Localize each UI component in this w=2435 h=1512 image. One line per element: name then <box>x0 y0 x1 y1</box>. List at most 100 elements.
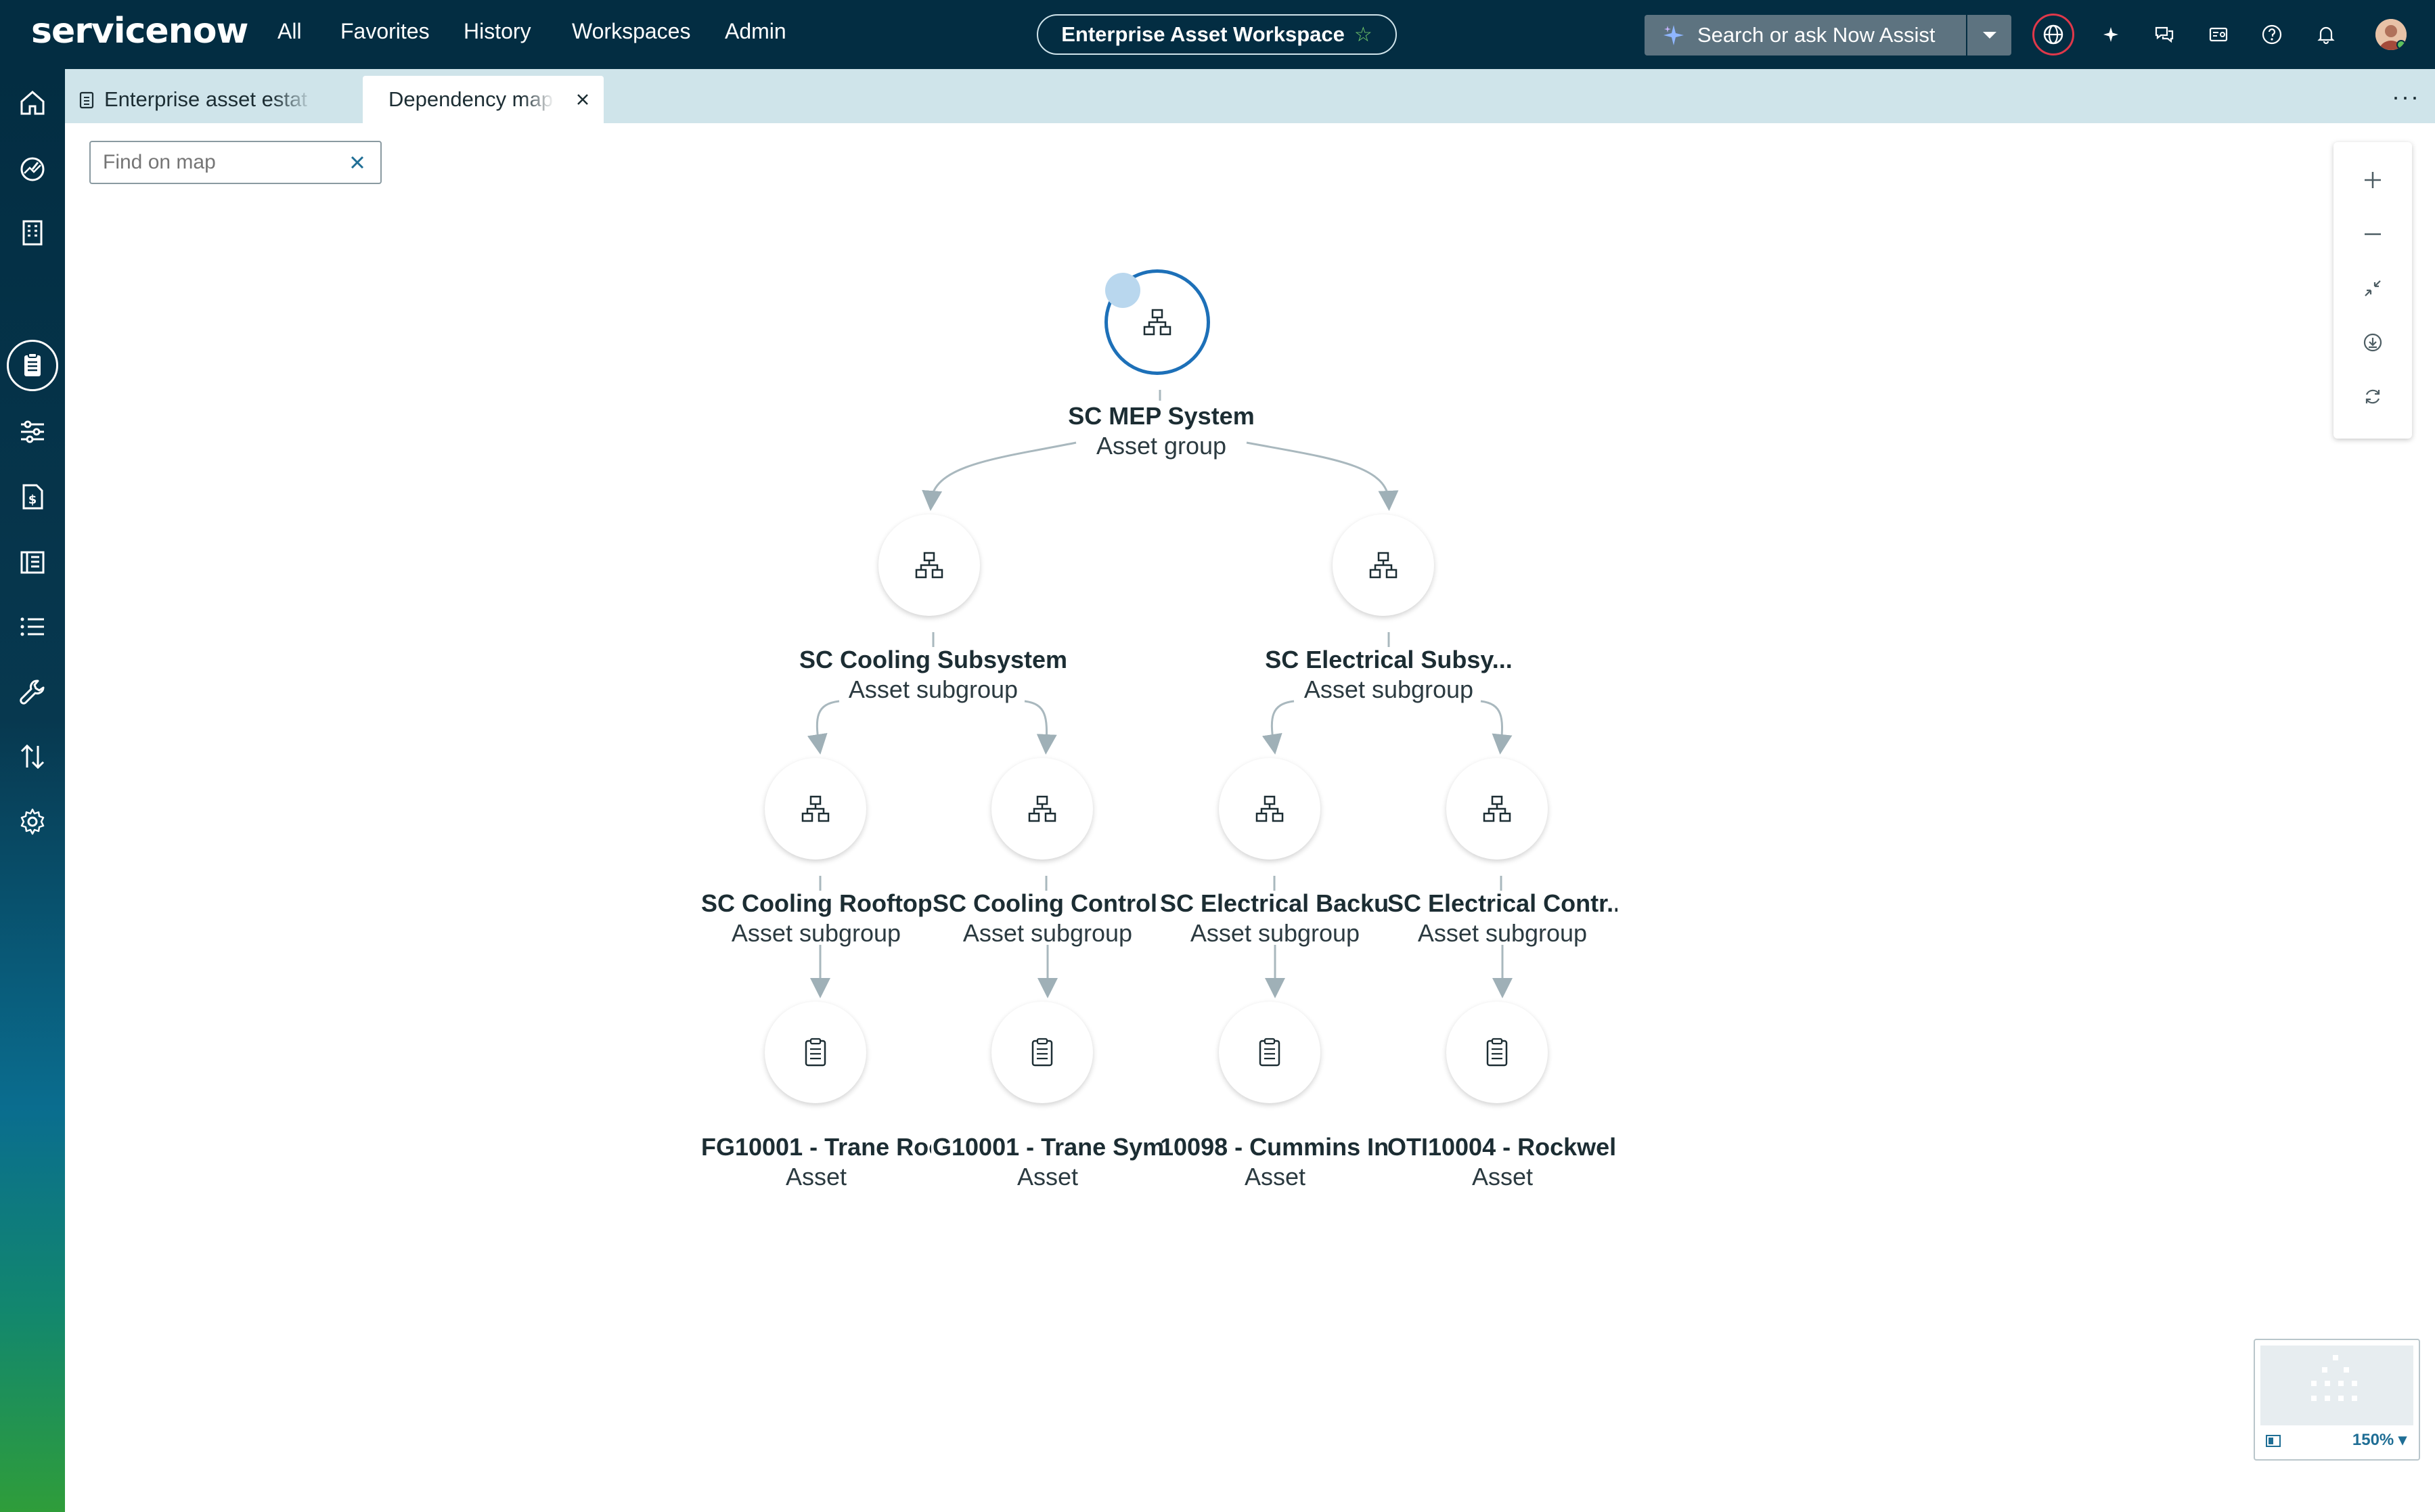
map-zoom-toolbar <box>2333 142 2412 439</box>
asset-clipboard-icon <box>805 1038 826 1067</box>
tab-enterprise-asset-estate[interactable]: Enterprise asset estat <box>65 76 356 123</box>
node-label[interactable]: 10098 - Cummins In... Asset <box>1160 1133 1390 1191</box>
tab-label: Dependency map <box>388 87 553 111</box>
hierarchy-icon <box>801 795 830 822</box>
nav-history[interactable]: History <box>464 19 531 44</box>
node-title: SC MEP System <box>1068 402 1255 430</box>
zoom-out-icon[interactable] <box>2358 219 2388 249</box>
catalog-book-icon[interactable] <box>16 546 49 578</box>
close-tab-icon[interactable] <box>575 92 590 107</box>
node-label[interactable]: FG10001 - Trane Roo... Asset <box>701 1133 931 1191</box>
settings-gear-icon[interactable] <box>16 805 49 838</box>
zoom-level-value: 150% <box>2352 1431 2394 1449</box>
workspace-tab-bar: Enterprise asset estat Dependency map ··… <box>65 69 2435 123</box>
clear-search-icon[interactable] <box>347 152 368 173</box>
node-type: Asset subgroup <box>1303 675 1474 703</box>
now-assist-search-button[interactable]: Search or ask Now Assist <box>1645 15 1966 55</box>
servicenow-logo[interactable]: servicenow <box>31 11 248 51</box>
workspace-title: Enterprise Asset Workspace <box>1061 22 1345 46</box>
node-type: Asset subgroup <box>848 675 1019 703</box>
hierarchy-icon <box>1143 309 1171 336</box>
minimap[interactable]: 150% ▾ <box>2254 1339 2420 1461</box>
dashboard-gauge-icon[interactable] <box>16 152 49 184</box>
node-sc-mep-system[interactable] <box>1104 269 1210 375</box>
transfer-arrows-icon[interactable] <box>16 740 49 773</box>
node-sc-cooling-control[interactable] <box>991 758 1093 860</box>
node-type: Asset <box>1244 1163 1306 1191</box>
nav-all[interactable]: All <box>277 19 302 44</box>
node-title: G10001 - Trane Sym... <box>933 1133 1163 1161</box>
node-label[interactable]: G10001 - Trane Sym... Asset <box>933 1133 1163 1191</box>
node-label[interactable]: SC Cooling Subsystem Asset subgroup <box>778 646 1089 704</box>
zoom-in-icon[interactable] <box>2358 165 2388 195</box>
more-options-icon[interactable]: ··· <box>2392 83 2420 111</box>
refresh-icon[interactable] <box>2358 382 2388 412</box>
left-sidebar: $ <box>0 69 65 1512</box>
node-title: SC Electrical Backu... <box>1160 889 1390 917</box>
node-label[interactable]: OTI10004 - Rockwell... Asset <box>1387 1133 1617 1191</box>
node-label[interactable]: SC Cooling Rooftop ... Asset subgroup <box>701 889 931 948</box>
svg-text:$: $ <box>28 493 37 507</box>
node-title: SC Cooling Rooftop ... <box>701 889 931 917</box>
node-label[interactable]: SC MEP System Asset group <box>1006 402 1317 460</box>
node-asset-fg10001[interactable] <box>765 1002 866 1103</box>
search-label: Search or ask Now Assist <box>1697 23 1936 47</box>
nav-workspaces[interactable]: Workspaces <box>572 19 690 44</box>
node-asset-10098[interactable] <box>1219 1002 1320 1103</box>
find-on-map-input[interactable] <box>102 150 334 175</box>
node-type: Asset <box>785 1163 847 1191</box>
hierarchy-icon <box>1369 552 1398 579</box>
nav-admin[interactable]: Admin <box>725 19 786 44</box>
node-sc-electrical-subsystem[interactable] <box>1333 514 1434 616</box>
minimap-preview[interactable] <box>2260 1346 2413 1425</box>
nav-favorites[interactable]: Favorites <box>340 19 430 44</box>
user-avatar[interactable] <box>2375 19 2407 50</box>
sliders-icon[interactable] <box>16 416 49 448</box>
help-icon[interactable] <box>2256 19 2287 50</box>
bell-icon[interactable] <box>2310 19 2342 50</box>
node-asset-g10001[interactable] <box>991 1002 1093 1103</box>
list-icon[interactable] <box>16 610 49 643</box>
node-label[interactable]: SC Cooling Control ... Asset subgroup <box>933 889 1163 948</box>
chevron-down-icon <box>1982 32 1996 39</box>
node-sc-electrical-control[interactable] <box>1446 758 1548 860</box>
node-sc-cooling-subsystem[interactable] <box>878 514 980 616</box>
search-dropdown-button[interactable] <box>1967 15 2011 55</box>
fit-to-screen-icon[interactable] <box>2358 273 2388 303</box>
top-navigation-bar: servicenow All Favorites History Workspa… <box>0 0 2435 69</box>
node-type: Asset subgroup <box>1417 919 1588 947</box>
node-sc-cooling-rooftop[interactable] <box>765 758 866 860</box>
node-sc-electrical-backup[interactable] <box>1219 758 1320 860</box>
hierarchy-icon <box>1483 795 1511 822</box>
minimap-toggle-icon[interactable] <box>2266 1435 2281 1447</box>
node-label[interactable]: SC Electrical Backu... Asset subgroup <box>1160 889 1390 948</box>
asset-clipboard-icon <box>1486 1038 1508 1067</box>
connector-lines <box>807 390 1513 998</box>
tab-dependency-map[interactable]: Dependency map <box>363 76 604 123</box>
minimap-nodes <box>2311 1355 2357 1401</box>
node-title: 10098 - Cummins In... <box>1160 1133 1390 1161</box>
sparkle-icon[interactable] <box>2095 19 2126 50</box>
find-on-map-field[interactable] <box>89 141 382 184</box>
chat-icon[interactable] <box>2149 19 2180 50</box>
node-asset-oti10004[interactable] <box>1446 1002 1548 1103</box>
wrench-icon[interactable] <box>16 675 49 708</box>
node-label[interactable]: SC Electrical Contr... Asset subgroup <box>1387 889 1617 948</box>
id-card-icon[interactable] <box>2203 19 2234 50</box>
node-title: SC Electrical Contr... <box>1387 889 1617 917</box>
favorite-star-icon[interactable]: ☆ <box>1354 23 1372 47</box>
asset-clipboard-icon <box>1259 1038 1280 1067</box>
globe-icon[interactable] <box>2038 19 2069 50</box>
node-label[interactable]: SC Electrical Subsy... Asset subgroup <box>1233 646 1544 704</box>
zoom-level-dropdown[interactable]: 150% ▾ <box>2352 1430 2407 1450</box>
asset-clipboard-icon[interactable] <box>16 349 49 382</box>
hierarchy-icon <box>1028 795 1056 822</box>
home-icon[interactable] <box>16 87 49 119</box>
download-icon[interactable] <box>2358 328 2388 357</box>
finance-document-icon[interactable]: $ <box>16 481 49 513</box>
building-icon[interactable] <box>16 217 49 249</box>
workspace-title-pill[interactable]: Enterprise Asset Workspace ☆ <box>1037 14 1397 55</box>
node-type: Asset <box>1471 1163 1534 1191</box>
node-title: SC Electrical Subsy... <box>1265 646 1513 673</box>
node-title: SC Cooling Control ... <box>933 889 1163 917</box>
